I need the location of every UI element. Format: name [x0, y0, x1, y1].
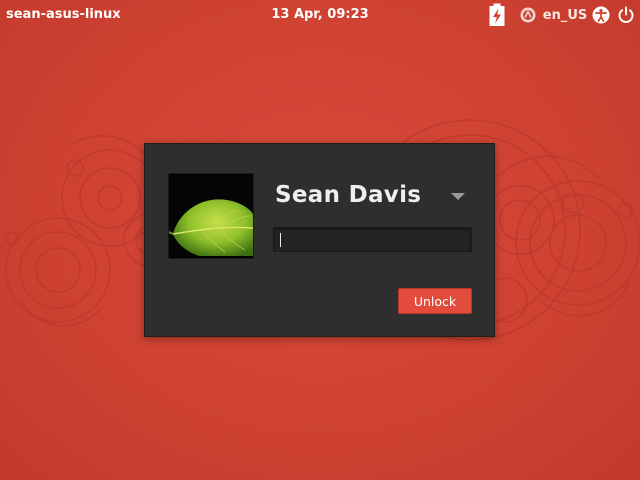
language-indicator[interactable]: en_US: [542, 0, 588, 30]
language-label: en_US: [542, 7, 588, 23]
session-indicator[interactable]: [517, 0, 539, 30]
session-icon: [520, 7, 536, 23]
battery-indicator[interactable]: [485, 0, 509, 30]
unlock-button-label: Unlock: [413, 293, 457, 309]
power-button[interactable]: [615, 0, 637, 30]
chevron-down-icon: [451, 193, 465, 200]
leaf-icon: [169, 174, 253, 258]
login-dialog: Sean Davis Unlock: [144, 143, 495, 337]
unlock-button[interactable]: Unlock: [398, 288, 472, 314]
accessibility-button[interactable]: [590, 0, 612, 30]
top-panel: sean-asus-linux 13 Apr, 09:23 en_US: [0, 0, 640, 30]
username-label: Sean Davis: [275, 182, 422, 208]
battery-charging-icon: [489, 3, 505, 26]
accessibility-icon: [592, 6, 610, 24]
user-selector-button[interactable]: [450, 192, 466, 202]
text-caret: [280, 233, 281, 247]
password-input[interactable]: [273, 227, 472, 252]
hostname-label: sean-asus-linux: [6, 7, 121, 22]
user-avatar: [168, 173, 254, 259]
power-icon: [618, 6, 634, 23]
clock-label[interactable]: 13 Apr, 09:23: [271, 7, 368, 22]
